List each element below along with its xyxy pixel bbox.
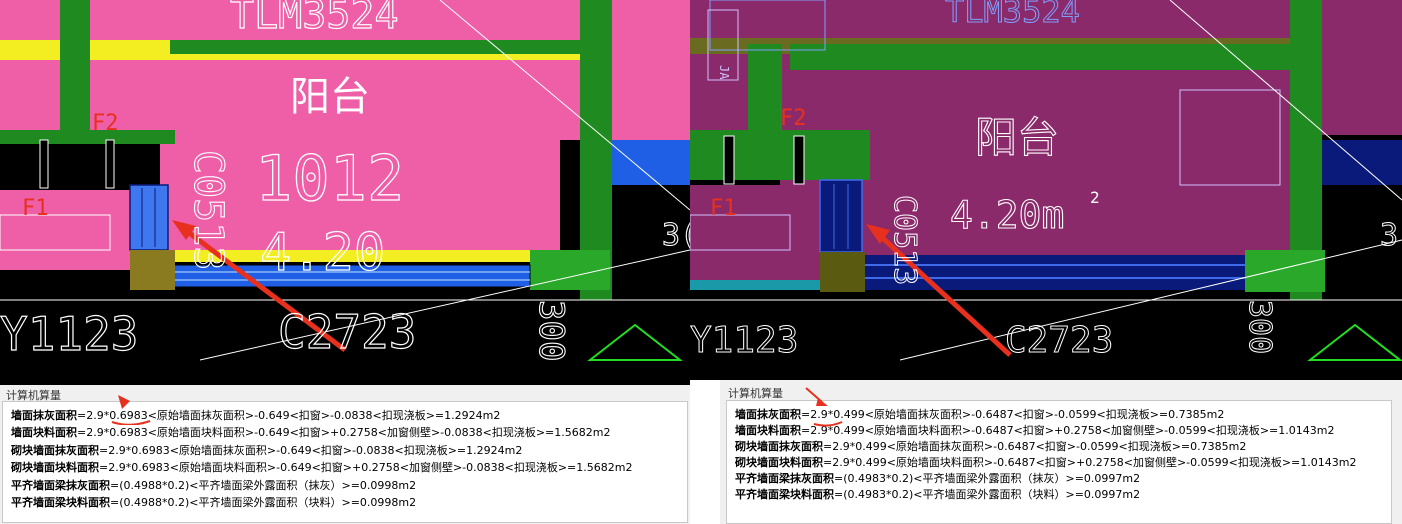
door-post-1	[723, 135, 735, 185]
window-bar-right	[1322, 140, 1402, 185]
calc-line-5: 平齐墙面梁抹灰面积=(0.4988*0.2)<平齐墙面梁外露面积（抹灰）>=0.…	[11, 479, 417, 492]
calc-line-3: 砌块墙面抹灰面积=2.9*0.499<原始墙面抹灰面积>-0.6487<扣窗>-…	[735, 440, 1247, 453]
window-bar-right	[612, 140, 690, 185]
calc-line-2: 墙面块料面积=2.9*0.6983<原始墙面块料面积>-0.649<扣窗>+0.…	[11, 426, 611, 439]
calc-line-6: 平齐墙面梁块料面积=(0.4988*0.2)<平齐墙面梁外露面积（块料）>=0.…	[11, 496, 417, 509]
label-dim: 4.20m	[950, 193, 1064, 237]
label-vertical: C0513	[185, 150, 231, 270]
wall-green-topband	[170, 40, 590, 54]
wall-green-left	[60, 0, 90, 130]
column-green	[530, 250, 610, 290]
label-right-edge: 3(	[1380, 218, 1402, 253]
label-balcony: 阳台	[290, 74, 370, 120]
selected-wall-segment[interactable]	[819, 179, 863, 253]
cad-drawing-left[interactable]: 阳台 1012 4.20 TLM3524 Y1123 C2723 C0513 3…	[0, 0, 690, 385]
calc-panel-title: 计算机算量	[726, 385, 785, 401]
label-dim: 4.20	[260, 223, 385, 283]
label-area-num: 1012	[255, 142, 404, 215]
label-sup: 2	[1090, 188, 1100, 207]
calc-line-6: 平齐墙面梁块料面积=(0.4983*0.2)<平齐墙面梁外露面积（块料）>=0.…	[735, 488, 1141, 501]
selected-wall-segment[interactable]	[129, 184, 169, 251]
label-f2: F2	[780, 106, 807, 131]
label-bottom-left: Y1123	[0, 307, 138, 361]
wall-base-olive	[130, 250, 175, 290]
calc-line-4: 砌块墙面块料面积=2.9*0.499<原始墙面块料面积>-0.6487<扣窗>+…	[735, 456, 1357, 469]
label-300: 300	[531, 300, 571, 361]
red-underline-mark	[111, 395, 151, 425]
label-bottom-left: Y1123	[690, 320, 798, 361]
label-right-edge: 3(	[662, 218, 690, 253]
label-vertical: C0513	[887, 195, 922, 285]
calc-line-3: 砌块墙面抹灰面积=2.9*0.6983<原始墙面抹灰面积>-0.649<扣窗>-…	[11, 444, 523, 457]
label-top: TLM3524	[230, 0, 399, 38]
red-underline-mark	[805, 387, 843, 427]
wall-base-olive	[820, 252, 865, 292]
calc-line-1: 墙面抹灰面积=2.9*0.6983<原始墙面抹灰面积>-0.649<扣窗>-0.…	[11, 409, 501, 422]
label-balcony: 阳台	[975, 113, 1059, 162]
wall-green-mid	[690, 130, 870, 180]
label-bottom-mid: C2723	[1005, 320, 1113, 361]
label-bottom-mid: C2723	[278, 305, 416, 359]
label-f1: F1	[22, 196, 49, 221]
label-f1: F1	[710, 196, 737, 221]
left-comparison-pane: 阳台 1012 4.20 TLM3524 Y1123 C2723 C0513 3…	[0, 0, 690, 524]
door-post-2	[793, 135, 805, 185]
label-f2: F2	[92, 111, 119, 136]
label-top: TLM3524	[945, 0, 1080, 30]
wall-green-topband	[790, 44, 1310, 70]
wall-green-mid	[0, 130, 175, 144]
calc-line-4: 砌块墙面块料面积=2.9*0.6983<原始墙面块料面积>-0.649<扣窗>+…	[11, 461, 633, 474]
door-post-2	[105, 139, 115, 189]
label-300: 300	[1242, 300, 1277, 354]
right-comparison-pane: 阳台 4.20m 2 TLM3524 Y1123 C2723 C0513 300…	[690, 0, 1402, 524]
label-ja: JA	[717, 65, 731, 80]
cad-drawing-right[interactable]: 阳台 4.20m 2 TLM3524 Y1123 C2723 C0513 300…	[690, 0, 1402, 380]
calc-panel-left: 计算机算量 墙面抹灰面积=2.9*0.6983<原始墙面抹灰面积>-0.649<…	[0, 385, 690, 524]
calc-line-5: 平齐墙面梁抹灰面积=(0.4983*0.2)<平齐墙面梁外露面积（抹灰）>=0.…	[735, 472, 1141, 485]
calc-panel-right: 计算机算量 墙面抹灰面积=2.9*0.499<原始墙面抹灰面积>-0.6487<…	[720, 380, 1402, 524]
column-green	[1245, 250, 1325, 292]
wall-green-left	[748, 44, 782, 140]
door-post-1	[39, 139, 49, 189]
